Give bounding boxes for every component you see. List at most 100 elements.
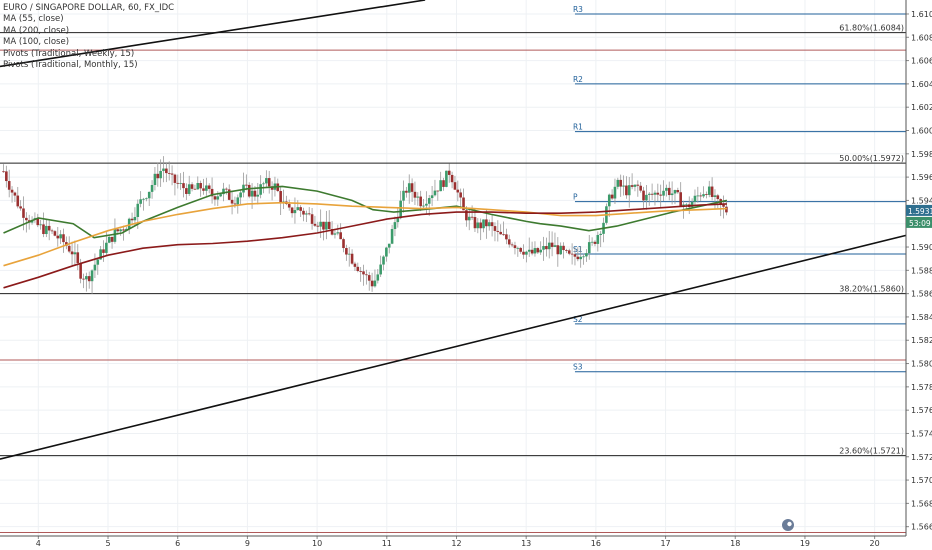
candle-body (545, 246, 548, 250)
candle-body (327, 221, 331, 230)
candle-body (245, 184, 248, 186)
candle-body (579, 256, 582, 260)
fib-level-label: 23.60%(1.5721) (839, 447, 904, 456)
x-tick-label: 18 (730, 539, 740, 548)
candle-body (87, 276, 91, 282)
candle-body (373, 280, 377, 287)
y-tick-label: 1.6080 (911, 33, 932, 42)
candle-body (79, 263, 82, 279)
candle-body (562, 245, 565, 251)
candle-body (25, 217, 28, 221)
candle-body (679, 192, 682, 207)
candle-body (96, 259, 100, 265)
candle-body (645, 194, 648, 201)
x-tick-label: 5 (105, 539, 110, 548)
candle-body (425, 203, 428, 206)
candle-body (187, 184, 191, 194)
candle-body (133, 216, 137, 221)
candle-body (85, 276, 88, 280)
candle-body (176, 182, 180, 184)
candle-body (247, 184, 251, 197)
candle-body (356, 266, 360, 272)
candle-body (130, 218, 134, 221)
candle-body (296, 207, 300, 211)
candle-body (473, 217, 477, 229)
fib-level-label: 61.80%(1.6084) (839, 24, 904, 33)
candle-body (305, 213, 308, 215)
indicator-pivots-weekly[interactable]: Pivots (Traditional, Weekly, 15) (3, 49, 174, 60)
candle-body (105, 242, 108, 253)
indicator-ma100[interactable]: MA (100, close) (3, 37, 174, 48)
candle-body (636, 184, 640, 186)
candle-body (345, 248, 348, 255)
candle-body (216, 196, 220, 200)
candle-body (567, 250, 571, 254)
candle-body (225, 188, 228, 190)
candle-body (667, 187, 671, 196)
candle-body (236, 197, 240, 205)
candle-body (470, 216, 474, 218)
candle-body (359, 271, 362, 272)
candle-body (522, 251, 525, 255)
chart-legend: EURO / SINGAPORE DOLLAR, 60, FX_IDC MA (… (3, 3, 174, 71)
x-tick-label: 12 (451, 539, 461, 548)
candle-body (496, 230, 500, 232)
y-tick-label: 1.5740 (911, 429, 932, 438)
indicator-pivots-monthly[interactable]: Pivots (Traditional, Monthly, 15) (3, 60, 174, 71)
candle-body (422, 205, 425, 207)
candle-body (430, 195, 434, 199)
candle-body (196, 183, 200, 190)
trendline (0, 234, 907, 460)
y-tick-label: 1.5660 (911, 523, 932, 532)
candle-body (565, 250, 568, 251)
candle-body (256, 194, 260, 197)
indicator-ma200[interactable]: MA (200, close) (3, 26, 174, 37)
y-tick-label: 1.5680 (911, 499, 932, 508)
candle-body (199, 183, 202, 189)
candle-body (673, 190, 677, 194)
candle-body (513, 245, 517, 249)
candle-body (42, 224, 45, 235)
indicator-ma55[interactable]: MA (55, close) (3, 14, 174, 25)
candle-body (447, 170, 451, 175)
candle-body (590, 241, 594, 243)
price-tags: 1.5931 53:09 (906, 204, 932, 228)
candle-body (530, 249, 534, 254)
y-tick-label: 1.6100 (911, 10, 932, 19)
candle-body (407, 183, 411, 193)
x-tick-label: 13 (521, 539, 531, 548)
candle-body (587, 242, 591, 254)
candle-body (459, 192, 462, 198)
x-tick-label: 17 (660, 539, 670, 548)
logo-dot (787, 521, 792, 527)
candle-body (722, 204, 725, 207)
candle-body (453, 182, 457, 190)
candle-body (616, 179, 620, 187)
candle-body (202, 188, 205, 191)
candle-body (333, 233, 337, 235)
candle-body (213, 196, 217, 200)
y-tick-label: 1.5720 (911, 453, 932, 462)
candle-body (279, 191, 282, 204)
candle-body (676, 190, 680, 193)
candle-body (570, 253, 574, 255)
candle-body (19, 206, 22, 209)
candle-body (593, 241, 597, 244)
candle-body (47, 225, 51, 231)
candle-body (413, 191, 417, 198)
candle-body (316, 225, 320, 227)
candle-body (639, 185, 642, 191)
candle-body (450, 174, 454, 183)
candle-body (350, 253, 354, 264)
candle-body (50, 230, 54, 232)
candle-body (656, 192, 660, 195)
candle-body (70, 251, 74, 255)
candle-body (82, 278, 85, 280)
candle-body (13, 192, 17, 196)
candle-body (582, 256, 585, 258)
candle-body (347, 253, 351, 255)
candle-body (419, 196, 422, 207)
candle-body (573, 254, 577, 257)
price-chart[interactable]: 61.80%(1.6084) 50.00%(1.5972) 38.20%(1.586… (0, 0, 932, 550)
x-tick-label: 4 (36, 539, 41, 548)
